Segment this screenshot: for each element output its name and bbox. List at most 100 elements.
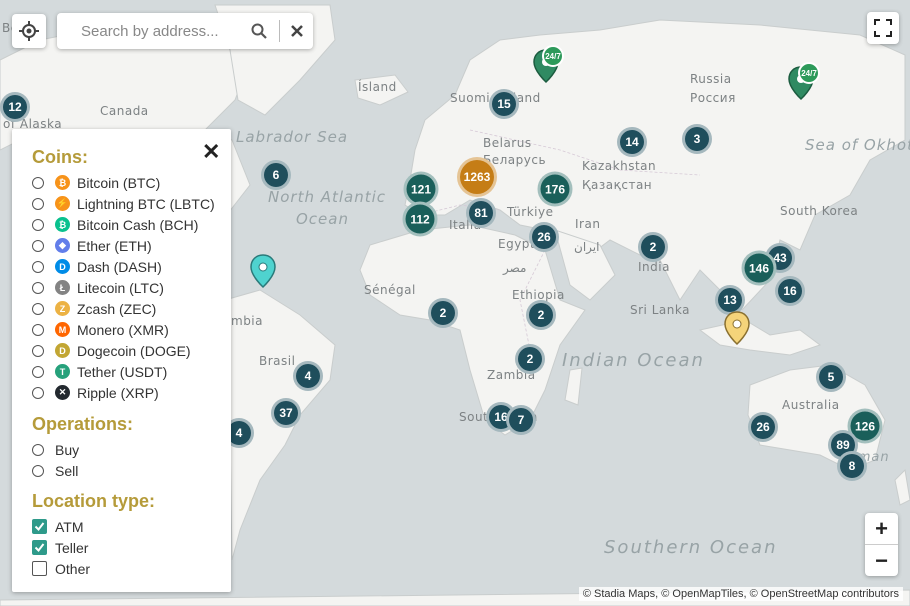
cluster-marker[interactable]: 16	[775, 276, 805, 306]
location-type-label: Teller	[55, 539, 89, 556]
radio-button[interactable]	[32, 386, 44, 399]
coin-icon: D	[55, 343, 70, 358]
atm-pin-marker[interactable]	[724, 311, 750, 350]
locate-me-button[interactable]	[12, 14, 46, 48]
cluster-marker[interactable]: 26	[529, 222, 559, 252]
coin-icon: ₿	[55, 175, 70, 190]
zoom-out-button[interactable]: −	[865, 545, 898, 576]
coin-option[interactable]: Z Zcash (ZEC)	[32, 298, 231, 319]
checkbox-checked[interactable]	[32, 540, 47, 555]
location-type-section-title: Location type:	[32, 491, 156, 511]
cluster-marker[interactable]: 12	[0, 92, 30, 122]
cluster-marker[interactable]: 8	[837, 451, 867, 481]
operations-section-title: Operations:	[32, 414, 134, 434]
coin-option[interactable]: ₿ Bitcoin (BTC)	[32, 172, 231, 193]
cluster-marker[interactable]: 176	[537, 171, 573, 207]
coin-option[interactable]: Ł Litecoin (LTC)	[32, 277, 231, 298]
cluster-marker[interactable]: 7	[506, 405, 536, 435]
coin-label: Lightning BTC (LBTC)	[77, 195, 215, 212]
fullscreen-icon	[874, 19, 892, 37]
map-attribution[interactable]: © Stadia Maps, © OpenMapTiles, © OpenStr…	[578, 587, 903, 601]
coin-label: Monero (XMR)	[77, 321, 169, 338]
radio-button[interactable]	[32, 281, 44, 294]
cluster-marker[interactable]: 5	[816, 362, 846, 392]
coin-option[interactable]: T Tether (USDT)	[32, 361, 231, 382]
coin-icon: ⚡	[55, 196, 70, 211]
coin-option[interactable]: ✕ Ripple (XRP)	[32, 382, 231, 403]
clear-search-icon[interactable]	[290, 24, 304, 38]
search-input[interactable]	[79, 21, 243, 41]
map-pin-icon	[724, 311, 750, 346]
coin-label: Zcash (ZEC)	[77, 300, 157, 317]
coin-option[interactable]: D Dogecoin (DOGE)	[32, 340, 231, 361]
coin-option[interactable]: ◆ Ether (ETH)	[32, 235, 231, 256]
coin-icon: Ł	[55, 280, 70, 295]
location-type-option[interactable]: Teller	[32, 537, 231, 558]
coin-icon: Z	[55, 301, 70, 316]
cluster-marker[interactable]: 37	[271, 398, 301, 428]
coin-label: Ether (ETH)	[77, 237, 152, 254]
coin-icon: T	[55, 364, 70, 379]
coin-icon: D	[55, 259, 70, 274]
cluster-marker[interactable]: 2	[428, 298, 458, 328]
cluster-marker[interactable]: 14	[617, 127, 647, 157]
coin-option[interactable]: ⚡ Lightning BTC (LBTC)	[32, 193, 231, 214]
radio-button[interactable]	[32, 260, 44, 273]
badge-24-7: 24/7	[798, 62, 820, 84]
operation-option-buy[interactable]: Buy	[32, 439, 231, 460]
cluster-marker[interactable]: 1263	[457, 157, 497, 197]
coin-icon: ◆	[55, 238, 70, 253]
coin-option[interactable]: M Monero (XMR)	[32, 319, 231, 340]
coin-label: Dogecoin (DOGE)	[77, 342, 191, 359]
cluster-marker[interactable]: 4	[293, 361, 323, 391]
cluster-marker[interactable]: 146	[741, 250, 777, 286]
checkbox-checked[interactable]	[32, 519, 47, 534]
close-filter-button[interactable]: ✕	[202, 139, 220, 165]
coin-option[interactable]: D Dash (DASH)	[32, 256, 231, 277]
cluster-marker[interactable]: 2	[526, 300, 556, 330]
location-type-label: Other	[55, 560, 91, 577]
location-type-option[interactable]: Other	[32, 558, 231, 579]
zoom-control: + −	[865, 513, 898, 576]
radio-button[interactable]	[32, 239, 44, 252]
radio-button[interactable]	[32, 218, 44, 231]
coin-list: ₿ Bitcoin (BTC) ⚡ Lightning BTC (LBTC) ₿ Bitc…	[32, 172, 231, 403]
cluster-marker[interactable]: 112	[402, 201, 438, 237]
operation-label: Buy	[55, 441, 80, 458]
search-divider	[279, 20, 280, 42]
fullscreen-button[interactable]	[867, 12, 899, 44]
cluster-marker[interactable]: 2	[638, 232, 668, 262]
radio-button[interactable]	[32, 443, 44, 456]
radio-button[interactable]	[32, 176, 44, 189]
search-icon[interactable]	[251, 23, 267, 39]
cluster-marker[interactable]: 6	[261, 160, 291, 190]
coin-label: Bitcoin (BTC)	[77, 174, 161, 191]
badge-24-7: 24/7	[542, 45, 564, 67]
coin-label: Litecoin (LTC)	[77, 279, 164, 296]
radio-button[interactable]	[32, 323, 44, 336]
coin-icon: ✕	[55, 385, 70, 400]
location-type-option[interactable]: ATM	[32, 516, 231, 537]
location-type-label: ATM	[55, 518, 84, 535]
search-bar	[57, 13, 313, 49]
cluster-marker[interactable]: 26	[748, 412, 778, 442]
coin-option[interactable]: ₿ Bitcoin Cash (BCH)	[32, 214, 231, 235]
cluster-marker[interactable]: 2	[515, 344, 545, 374]
cluster-marker[interactable]: 3	[682, 124, 712, 154]
map-pin-icon	[250, 254, 276, 289]
map[interactable]: Ísland Suomi Finland Russia Россия Canad…	[0, 0, 910, 606]
coin-icon: ₿	[55, 217, 70, 232]
operation-option-sell[interactable]: Sell	[32, 460, 231, 481]
checkmark-icon	[34, 543, 45, 553]
radio-button[interactable]	[32, 197, 44, 210]
radio-button[interactable]	[32, 365, 44, 378]
radio-button[interactable]	[32, 302, 44, 315]
radio-button[interactable]	[32, 464, 44, 477]
checkbox[interactable]	[32, 561, 47, 576]
atm-pin-marker[interactable]	[250, 254, 276, 293]
radio-button[interactable]	[32, 344, 44, 357]
cluster-marker[interactable]: 15	[489, 89, 519, 119]
zoom-in-button[interactable]: +	[865, 513, 898, 545]
filter-panel: ✕ Coins: ₿ Bitcoin (BTC) ⚡ Lightning BTC (L…	[12, 129, 231, 592]
cluster-marker[interactable]: 81	[466, 198, 496, 228]
